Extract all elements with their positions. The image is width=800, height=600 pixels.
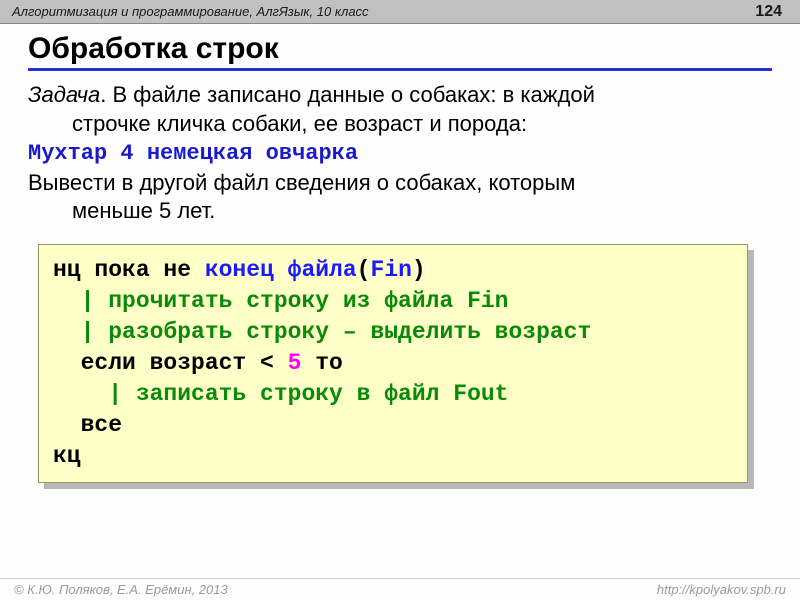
slide-content: Обработка строк Задача. В файле записано…	[0, 24, 800, 483]
task-text-2: строчке кличка собаки, ее возраст и поро…	[28, 110, 772, 139]
code-block: нц пока не конец файла(Fin) | прочитать …	[38, 244, 748, 483]
task-block: Задача. В файле записано данные о собака…	[28, 81, 772, 226]
task-label: Задача	[28, 82, 100, 107]
task-text-1: . В файле записано данные о собаках: в к…	[100, 82, 595, 107]
code-l1b: конец файла	[205, 257, 357, 283]
code-l4a: если возраст <	[53, 350, 288, 376]
footer-url: http://kpolyakov.spb.ru	[657, 582, 786, 597]
slide-footer: © К.Ю. Поляков, Е.А. Ерёмин, 2013 http:/…	[0, 578, 800, 600]
code-l4b: 5	[288, 350, 302, 376]
code-l1e: )	[412, 257, 426, 283]
course-label: Алгоритмизация и программирование, АлгЯз…	[12, 4, 369, 19]
code-box: нц пока не конец файла(Fin) | прочитать …	[38, 244, 748, 483]
page-number: 124	[755, 3, 788, 21]
code-l2: | прочитать строку из файла Fin	[53, 288, 508, 314]
code-l5: | записать строку в файл Fout	[53, 381, 508, 407]
slide-header: Алгоритмизация и программирование, АлгЯз…	[0, 0, 800, 24]
code-l4c: то	[301, 350, 342, 376]
code-l1a: нц пока не	[53, 257, 205, 283]
code-l7: кц	[53, 443, 81, 469]
task-example: Мухтар 4 немецкая овчарка	[28, 140, 772, 169]
code-l1d: Fin	[370, 257, 411, 283]
code-l1c: (	[357, 257, 371, 283]
code-l3: | разобрать строку – выделить возраст	[53, 319, 591, 345]
code-l6: все	[53, 412, 122, 438]
footer-copyright: © К.Ю. Поляков, Е.А. Ерёмин, 2013	[14, 582, 228, 597]
task-text-4: меньше 5 лет.	[28, 197, 772, 226]
page-title: Обработка строк	[28, 32, 772, 71]
task-text-3: Вывести в другой файл сведения о собаках…	[28, 170, 575, 195]
